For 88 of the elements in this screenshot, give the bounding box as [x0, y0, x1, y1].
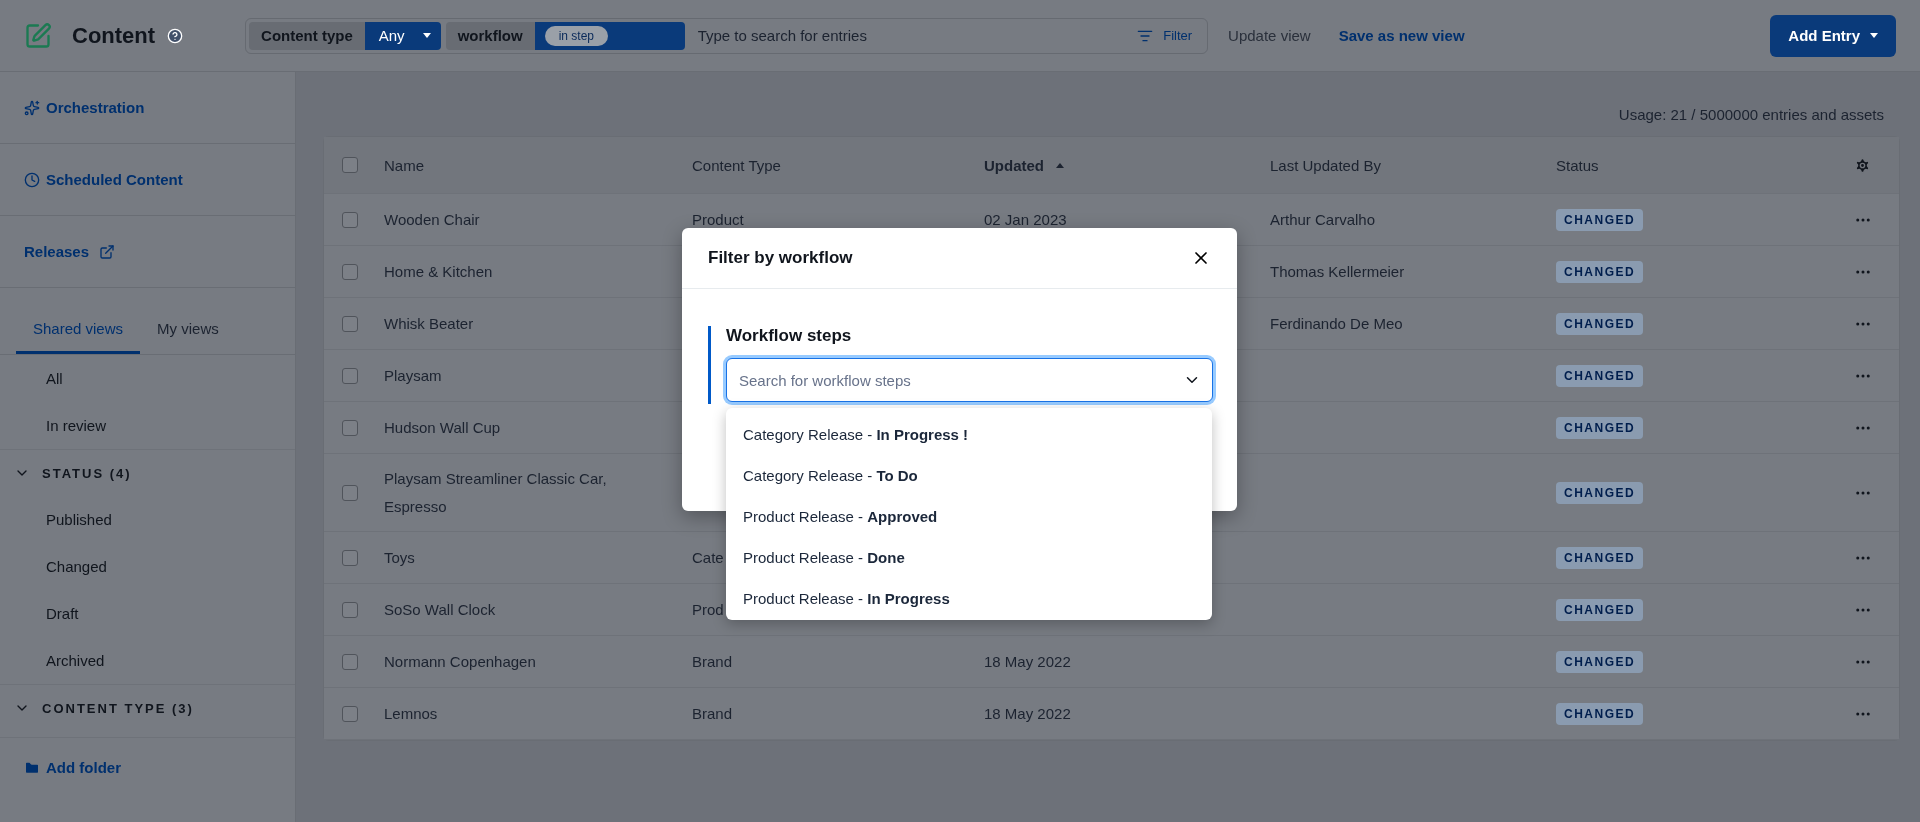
- view-tab[interactable]: My views: [140, 306, 236, 354]
- sort-up-icon: [1056, 162, 1064, 168]
- status-badge: CHANGED: [1556, 208, 1644, 231]
- column-header[interactable]: Content Type: [692, 156, 781, 174]
- checkbox[interactable]: [342, 549, 358, 566]
- caret-icon: [1870, 33, 1878, 38]
- folder-header[interactable]: STATUS (4): [0, 449, 295, 496]
- filter-label: workflow: [445, 21, 535, 50]
- table-cell-text: 18 May 2022: [984, 651, 1072, 672]
- status-badge: CHANGED: [1556, 702, 1644, 725]
- status-badge: CHANGED: [1556, 312, 1644, 335]
- column-header[interactable]: Updated: [984, 156, 1064, 174]
- dialog-title: Filter by workflow: [708, 248, 853, 268]
- logo-icon: [24, 21, 52, 50]
- table-cell-text: Normann Copenhagen: [384, 651, 537, 672]
- sparkles-icon: [24, 99, 40, 116]
- table-cell-text: Playsam Streamliner Classic Car, Espresso: [384, 468, 608, 517]
- column-header[interactable]: Status: [1556, 156, 1599, 174]
- view-item[interactable]: In review: [0, 402, 295, 449]
- table-cell-text: Brand: [692, 651, 734, 672]
- status-badge: CHANGED: [1556, 416, 1644, 439]
- table-cell-text: Thomas Kellermeier: [1270, 261, 1406, 282]
- status-badge: CHANGED: [1556, 598, 1644, 621]
- add-folder-button[interactable]: Add folder: [0, 737, 295, 797]
- page-title: Content: [72, 22, 156, 49]
- filter-button[interactable]: Filter: [1125, 27, 1205, 44]
- view-item[interactable]: Changed: [0, 543, 295, 590]
- table-cell-text: Ferdinando De Meo: [1270, 313, 1404, 334]
- dropdown-option[interactable]: Category Release - In Progress !: [726, 414, 1212, 455]
- checkbox[interactable]: [342, 601, 358, 618]
- view-item[interactable]: Archived: [0, 637, 295, 684]
- add-entry-button[interactable]: Add Entry: [1770, 14, 1896, 57]
- checkbox[interactable]: [342, 211, 358, 228]
- table-cell-text: Hudson Wall Cup: [384, 417, 502, 438]
- table-cell-text: SoSo Wall Clock: [384, 599, 497, 620]
- filter-value-dropdown[interactable]: Any: [364, 21, 441, 50]
- sidebar-link[interactable]: Orchestration: [0, 72, 295, 144]
- table-cell-text: Whisk Beater: [384, 313, 475, 334]
- workflow-search-field[interactable]: Search for workflow steps: [726, 358, 1213, 402]
- clock-icon: [24, 171, 40, 188]
- status-badge: CHANGED: [1556, 546, 1644, 569]
- sidebar-link[interactable]: Scheduled Content: [0, 144, 295, 216]
- checkbox[interactable]: [342, 484, 358, 501]
- table-cell-text: Wooden Chair: [384, 209, 481, 230]
- dropdown-option[interactable]: Product Release - In Progress: [726, 578, 1212, 619]
- dropdown-option[interactable]: Product Release - Approved: [726, 496, 1212, 537]
- column-header[interactable]: Name: [384, 156, 424, 174]
- dropdown-option[interactable]: Category Release - To Do: [726, 455, 1212, 496]
- table-cell-text: Home & Kitchen: [384, 261, 494, 282]
- status-badge: CHANGED: [1556, 650, 1644, 673]
- table-cell-text: Playsam: [384, 365, 443, 386]
- view-tab[interactable]: Shared views: [16, 306, 141, 354]
- checkbox[interactable]: [342, 653, 358, 670]
- usage-text: Usage: 21 / 5000000 entries and assets: [1618, 106, 1884, 123]
- folder-plus-icon: [24, 759, 40, 776]
- update-view-button[interactable]: Update view: [1220, 27, 1319, 44]
- field-label: Workflow steps: [726, 326, 853, 346]
- checkbox[interactable]: [342, 705, 358, 722]
- dropdown-option[interactable]: Product Release - Done: [726, 537, 1212, 578]
- table-cell-text: Brand: [692, 703, 734, 724]
- checkbox[interactable]: [342, 419, 358, 436]
- settings-icon[interactable]: [1854, 156, 1871, 174]
- caret-icon: [422, 33, 431, 38]
- save-view-button[interactable]: Save as new view: [1330, 27, 1473, 44]
- table-cell-text: 02 Jan 2023: [984, 209, 1068, 230]
- help-icon[interactable]: [167, 27, 184, 44]
- table-cell-text: Toys: [384, 547, 416, 568]
- status-badge: CHANGED: [1556, 364, 1644, 387]
- external-link-icon: [99, 243, 116, 260]
- column-header[interactable]: Last Updated By: [1270, 156, 1381, 174]
- view-item[interactable]: All: [0, 355, 295, 402]
- status-badge: CHANGED: [1556, 260, 1644, 283]
- folder-header[interactable]: CONTENT TYPE (3): [0, 684, 295, 731]
- checkbox[interactable]: [342, 263, 358, 280]
- search-field[interactable]: Type to search for entries: [689, 27, 1121, 44]
- checkbox[interactable]: [342, 367, 358, 384]
- status-badge: CHANGED: [1556, 481, 1644, 504]
- checkbox[interactable]: [342, 315, 358, 332]
- table-cell-text: Lemnos: [384, 703, 439, 724]
- filter-label: Content type: [249, 21, 365, 50]
- sidebar-link[interactable]: Releases: [0, 216, 295, 288]
- table-cell-text: 18 May 2022: [984, 703, 1072, 724]
- checkbox[interactable]: [342, 157, 358, 173]
- table-cell-text: Product: [692, 209, 745, 230]
- filter-value-dropdown[interactable]: in step: [534, 21, 685, 50]
- view-item[interactable]: Draft: [0, 590, 295, 637]
- view-item[interactable]: Published: [0, 496, 295, 543]
- table-cell-text: Arthur Carvalho: [1270, 209, 1377, 230]
